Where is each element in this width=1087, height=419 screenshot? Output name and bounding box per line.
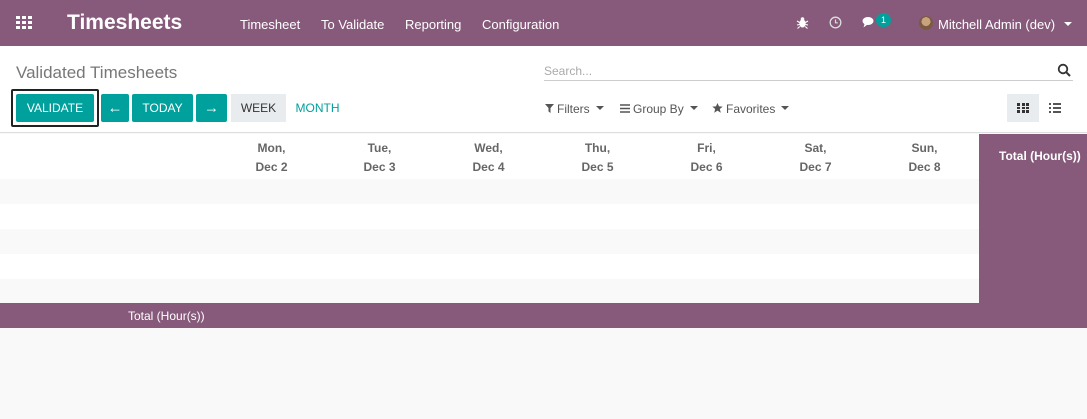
user-caret-icon[interactable] xyxy=(1064,22,1072,26)
app-title: Timesheets xyxy=(67,11,183,34)
list-icon xyxy=(1049,103,1061,113)
filters-label: Filters xyxy=(557,102,590,116)
day-header-thu: Thu, Dec 5 xyxy=(543,139,652,177)
debug-bug-icon[interactable] xyxy=(796,16,809,32)
day-name: Fri, xyxy=(697,141,716,155)
day-header-sun: Sun, Dec 8 xyxy=(870,139,979,177)
menu-reporting[interactable]: Reporting xyxy=(405,17,461,32)
arrow-right-icon: → xyxy=(204,99,219,117)
day-name: Sun, xyxy=(911,141,938,155)
day-name: Mon, xyxy=(257,141,286,155)
day-header-fri: Fri, Dec 6 xyxy=(652,139,761,177)
day-date: Dec 6 xyxy=(690,160,723,174)
day-date: Dec 5 xyxy=(581,160,614,174)
grid-icon xyxy=(1017,103,1029,113)
next-period-button[interactable]: → xyxy=(196,94,227,122)
favorites-label: Favorites xyxy=(726,102,776,116)
bars-icon xyxy=(620,102,630,116)
group-by-label: Group By xyxy=(633,102,684,116)
today-button[interactable]: TODAY xyxy=(132,94,193,122)
grid-row xyxy=(0,179,979,204)
user-menu[interactable]: Mitchell Admin (dev) xyxy=(938,17,1055,32)
menu-configuration[interactable]: Configuration xyxy=(482,17,559,32)
grid-row xyxy=(0,279,979,304)
apps-menu-icon[interactable] xyxy=(16,16,32,30)
day-header-sat: Sat, Dec 7 xyxy=(761,139,870,177)
timesheet-grid: Mon, Dec 2 Tue, Dec 3 Wed, Dec 4 Thu, Dec 5 … xyxy=(0,134,979,304)
search-icon[interactable] xyxy=(1057,63,1071,77)
day-name: Tue, xyxy=(367,141,392,155)
filter-icon xyxy=(545,102,554,116)
menu-to-validate[interactable]: To Validate xyxy=(321,17,384,32)
day-header-mon: Mon, Dec 2 xyxy=(217,139,326,177)
messaging-chat-icon[interactable] xyxy=(862,16,876,32)
top-navbar: Timesheets Timesheet To Validate Reporti… xyxy=(0,0,1087,46)
grid-row xyxy=(0,229,979,254)
star-icon xyxy=(712,102,723,116)
previous-period-button[interactable]: ← xyxy=(101,94,129,122)
activity-clock-icon[interactable] xyxy=(829,16,842,32)
control-panel: Validated Timesheets VALIDATE ← TODAY → … xyxy=(0,46,1087,133)
validate-button[interactable]: VALIDATE xyxy=(16,94,94,122)
day-date: Dec 2 xyxy=(255,160,288,174)
arrow-left-icon: ← xyxy=(107,99,123,117)
grid-row xyxy=(0,254,979,279)
day-name: Thu, xyxy=(584,141,611,155)
grid-row xyxy=(0,204,979,229)
grid-view-button[interactable] xyxy=(1007,94,1039,122)
chat-count-badge: 1 xyxy=(876,13,891,27)
breadcrumb-title: Validated Timesheets xyxy=(16,63,178,82)
day-header-tue: Tue, Dec 3 xyxy=(325,139,434,177)
day-date: Dec 4 xyxy=(472,160,505,174)
day-header-wed: Wed, Dec 4 xyxy=(434,139,543,177)
list-view-button[interactable] xyxy=(1039,94,1071,122)
search-input[interactable] xyxy=(544,61,1073,81)
day-name: Wed, xyxy=(474,141,503,155)
total-row-label: Total (Hour(s)) xyxy=(128,309,205,323)
user-avatar[interactable] xyxy=(919,16,933,30)
month-scale-button[interactable]: MONTH xyxy=(290,94,345,122)
caret-down-icon xyxy=(595,105,604,110)
total-column-header: Total (Hour(s)) xyxy=(999,149,1081,163)
day-date: Dec 3 xyxy=(363,160,396,174)
group-by-dropdown[interactable]: Group By xyxy=(620,102,698,116)
filters-dropdown[interactable]: Filters xyxy=(545,102,604,116)
favorites-dropdown[interactable]: Favorites xyxy=(712,102,790,116)
menu-timesheet[interactable]: Timesheet xyxy=(240,17,300,32)
day-date: Dec 8 xyxy=(908,160,941,174)
caret-down-icon xyxy=(689,105,698,110)
day-date: Dec 7 xyxy=(799,160,832,174)
caret-down-icon xyxy=(781,105,790,110)
week-scale-button[interactable]: WEEK xyxy=(231,94,286,122)
total-column xyxy=(979,134,1087,328)
day-name: Sat, xyxy=(804,141,827,155)
